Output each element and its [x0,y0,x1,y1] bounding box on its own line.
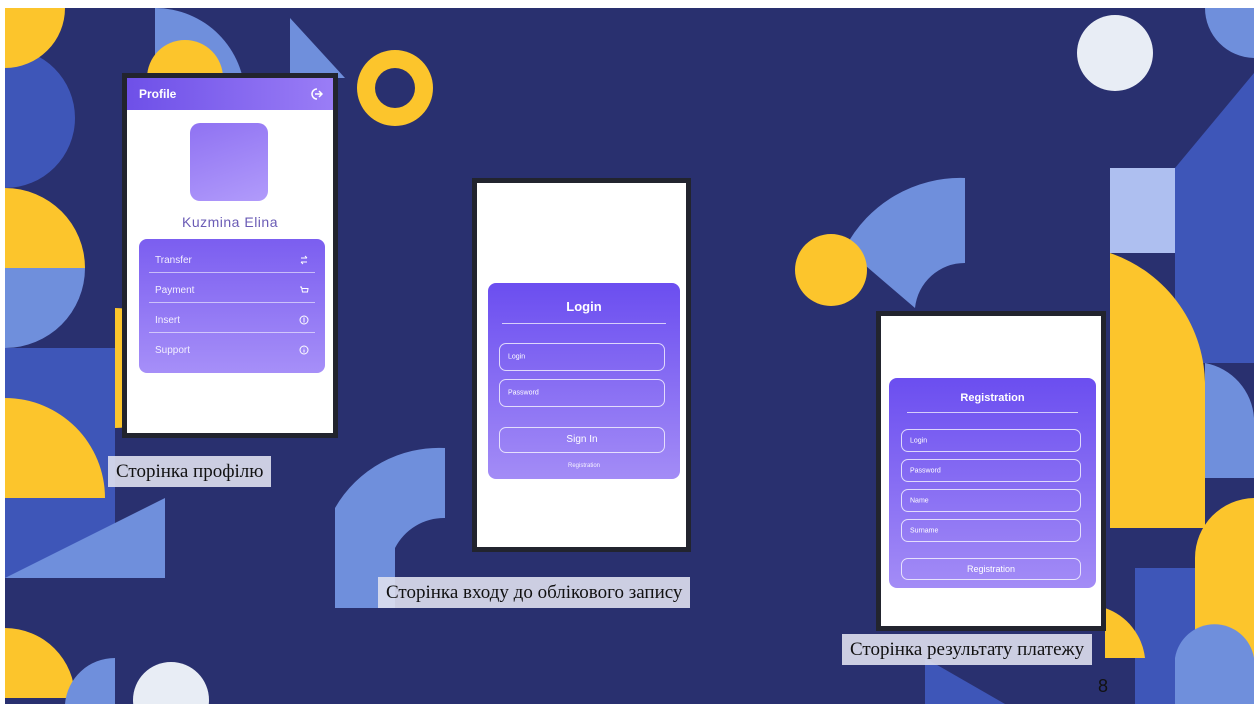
sign-in-button[interactable]: Sign In [499,427,665,453]
login-card: Login Login Password Sign In Registratio… [488,283,680,479]
registration-login-input[interactable]: Login [901,429,1081,452]
page-number: 8 [1098,676,1109,696]
info-icon [299,345,309,355]
logout-icon[interactable] [309,87,323,101]
menu-item-insert[interactable]: Insert [149,307,315,333]
field-placeholder: Login [910,437,928,444]
profile-screen: Profile Kuzmina Elina Transfer Payment I… [122,73,338,438]
coin-icon [299,315,309,325]
menu-item-support[interactable]: Support [149,337,315,363]
registration-button[interactable]: Registration [901,558,1081,580]
user-name: Kuzmina Elina [182,214,278,230]
registration-surname-input[interactable]: Surname [901,519,1081,542]
login-title: Login [566,299,602,314]
profile-caption: Сторінка профілю [108,456,272,487]
menu-item-label: Insert [155,315,181,326]
profile-header-bar: Profile [127,78,333,110]
menu-item-label: Payment [155,285,195,296]
login-screen: Login Login Password Sign In Registratio… [472,178,691,552]
cart-icon [300,286,309,293]
password-input[interactable]: Password [499,379,665,407]
menu-item-payment[interactable]: Payment [149,277,315,303]
field-placeholder: Surname [910,527,939,534]
password-placeholder: Password [508,389,539,397]
menu-item-label: Support [155,345,191,356]
login-input[interactable]: Login [499,343,665,371]
title-divider [907,412,1078,413]
avatar [190,123,268,201]
menu-item-transfer[interactable]: Transfer [149,247,315,273]
login-caption: Сторінка входу до облікового запису [378,577,691,608]
profile-header-title: Profile [139,87,177,101]
login-placeholder: Login [508,353,526,361]
registration-name-input[interactable]: Name [901,489,1081,512]
registration-password-input[interactable]: Password [901,459,1081,482]
field-placeholder: Name [910,497,929,504]
swap-arrows-icon [300,255,308,265]
registration-link[interactable]: Registration [488,463,680,469]
registration-caption: Сторінка результату платежу [842,634,1093,665]
registration-title: Registration [960,392,1025,404]
title-divider [502,323,666,324]
profile-menu: Transfer Payment Insert Support [139,239,325,373]
presentation-slide: Profile Kuzmina Elina Transfer Payment I… [5,8,1254,704]
menu-item-label: Transfer [155,255,192,266]
field-placeholder: Password [910,467,941,474]
registration-card: Registration Login Password Name Surname… [889,378,1096,588]
registration-screen: Registration Login Password Name Surname… [876,311,1106,631]
